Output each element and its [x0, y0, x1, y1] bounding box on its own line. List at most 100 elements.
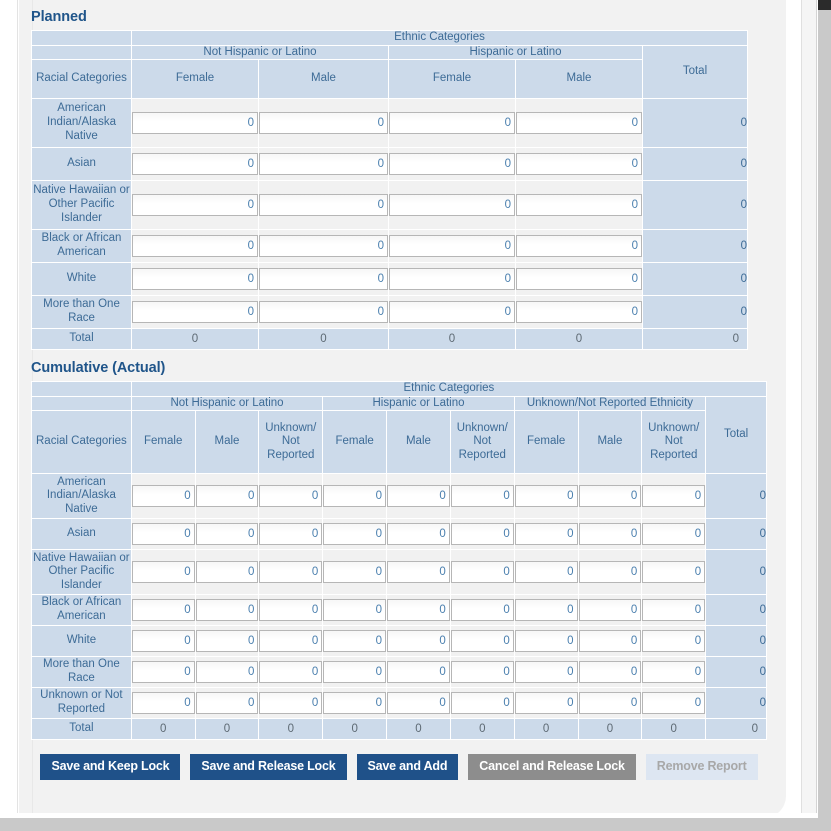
enrollment-count-input[interactable] — [131, 692, 195, 715]
enrollment-count-input[interactable] — [514, 561, 578, 584]
enrollment-count-input[interactable] — [259, 194, 388, 217]
enrollment-cell — [513, 549, 579, 596]
enrollment-count-input[interactable] — [389, 194, 515, 217]
cumulative-subcol-h-female: Female — [322, 410, 388, 475]
enrollment-count-input[interactable] — [450, 561, 514, 584]
enrollment-count-input[interactable] — [259, 561, 323, 584]
enrollment-count-input[interactable] — [578, 561, 642, 584]
enrollment-count-input[interactable] — [131, 561, 195, 584]
enrollment-count-input[interactable] — [132, 268, 258, 291]
enrollment-count-input[interactable] — [195, 630, 259, 653]
enrollment-count-input[interactable] — [450, 485, 514, 508]
enrollment-count-input[interactable] — [259, 112, 388, 135]
enrollment-cell — [388, 180, 516, 231]
enrollment-count-input[interactable] — [259, 153, 388, 176]
enrollment-count-input[interactable] — [389, 268, 515, 291]
enrollment-count-input[interactable] — [387, 485, 450, 508]
enrollment-count-input[interactable] — [387, 599, 450, 622]
enrollment-count-input[interactable] — [450, 599, 514, 622]
enrollment-count-input[interactable] — [323, 692, 387, 715]
enrollment-count-input[interactable] — [259, 661, 323, 684]
row-label: Asian — [31, 518, 132, 551]
enrollment-count-input[interactable] — [323, 485, 387, 508]
enrollment-count-input[interactable] — [514, 630, 578, 653]
enrollment-count-input[interactable] — [132, 301, 258, 324]
enrollment-count-input[interactable] — [259, 630, 323, 653]
enrollment-count-input[interactable] — [131, 485, 195, 508]
enrollment-count-input[interactable] — [387, 630, 450, 653]
enrollment-count-input[interactable] — [514, 692, 578, 715]
enrollment-count-input[interactable] — [195, 561, 259, 584]
enrollment-count-input[interactable] — [642, 599, 706, 622]
enrollment-count-input[interactable] — [387, 692, 450, 715]
enrollment-count-input[interactable] — [450, 630, 514, 653]
enrollment-count-input[interactable] — [387, 523, 450, 546]
enrollment-count-input[interactable] — [195, 523, 259, 546]
enrollment-cell — [386, 473, 451, 520]
enrollment-count-input[interactable] — [514, 599, 578, 622]
enrollment-count-input[interactable] — [389, 301, 515, 324]
vertical-scrollbar[interactable] — [801, 0, 817, 831]
enrollment-count-input[interactable] — [323, 630, 387, 653]
enrollment-count-input[interactable] — [131, 630, 195, 653]
enrollment-count-input[interactable] — [514, 485, 578, 508]
enrollment-count-input[interactable] — [578, 692, 642, 715]
enrollment-count-input[interactable] — [259, 485, 323, 508]
enrollment-count-input[interactable] — [642, 485, 706, 508]
save-and-release-lock-button[interactable]: Save and Release Lock — [190, 754, 347, 780]
enrollment-count-input[interactable] — [578, 485, 642, 508]
enrollment-cell — [194, 656, 260, 689]
enrollment-count-input[interactable] — [578, 599, 642, 622]
enrollment-count-input[interactable] — [259, 523, 323, 546]
enrollment-count-input[interactable] — [389, 235, 515, 258]
save-and-keep-lock-button[interactable]: Save and Keep Lock — [40, 754, 181, 780]
enrollment-count-input[interactable] — [450, 692, 514, 715]
enrollment-count-input[interactable] — [259, 692, 323, 715]
enrollment-count-input[interactable] — [387, 661, 450, 684]
enrollment-count-input[interactable] — [387, 561, 450, 584]
enrollment-count-input[interactable] — [516, 194, 642, 217]
cancel-and-release-lock-button[interactable]: Cancel and Release Lock — [468, 754, 636, 780]
enrollment-count-input[interactable] — [195, 485, 259, 508]
enrollment-count-input[interactable] — [195, 599, 259, 622]
enrollment-count-input[interactable] — [132, 153, 258, 176]
enrollment-count-input[interactable] — [259, 301, 388, 324]
enrollment-count-input[interactable] — [131, 599, 195, 622]
enrollment-count-input[interactable] — [389, 153, 515, 176]
enrollment-count-input[interactable] — [578, 630, 642, 653]
enrollment-count-input[interactable] — [578, 661, 642, 684]
enrollment-count-input[interactable] — [514, 523, 578, 546]
row-label: Native Hawaiian or Other Pacific Islande… — [31, 180, 132, 231]
enrollment-count-input[interactable] — [323, 599, 387, 622]
enrollment-count-input[interactable] — [642, 561, 706, 584]
enrollment-count-input[interactable] — [389, 112, 515, 135]
enrollment-count-input[interactable] — [450, 661, 514, 684]
enrollment-count-input[interactable] — [132, 194, 258, 217]
enrollment-count-input[interactable] — [516, 153, 642, 176]
enrollment-count-input[interactable] — [516, 301, 642, 324]
enrollment-count-input[interactable] — [642, 692, 706, 715]
column-total: 0 — [388, 328, 516, 351]
save-and-add-button[interactable]: Save and Add — [356, 754, 459, 780]
enrollment-count-input[interactable] — [259, 268, 388, 291]
enrollment-count-input[interactable] — [516, 268, 642, 291]
enrollment-count-input[interactable] — [131, 523, 195, 546]
enrollment-count-input[interactable] — [450, 523, 514, 546]
enrollment-count-input[interactable] — [516, 112, 642, 135]
enrollment-count-input[interactable] — [642, 630, 706, 653]
enrollment-count-input[interactable] — [131, 661, 195, 684]
enrollment-count-input[interactable] — [642, 523, 706, 546]
enrollment-count-input[interactable] — [132, 112, 258, 135]
enrollment-count-input[interactable] — [578, 523, 642, 546]
enrollment-count-input[interactable] — [323, 661, 387, 684]
enrollment-count-input[interactable] — [259, 599, 323, 622]
enrollment-count-input[interactable] — [323, 523, 387, 546]
enrollment-count-input[interactable] — [642, 661, 706, 684]
enrollment-count-input[interactable] — [323, 561, 387, 584]
enrollment-count-input[interactable] — [516, 235, 642, 258]
enrollment-count-input[interactable] — [259, 235, 388, 258]
enrollment-count-input[interactable] — [195, 661, 259, 684]
enrollment-count-input[interactable] — [514, 661, 578, 684]
enrollment-count-input[interactable] — [132, 235, 258, 258]
enrollment-count-input[interactable] — [195, 692, 259, 715]
